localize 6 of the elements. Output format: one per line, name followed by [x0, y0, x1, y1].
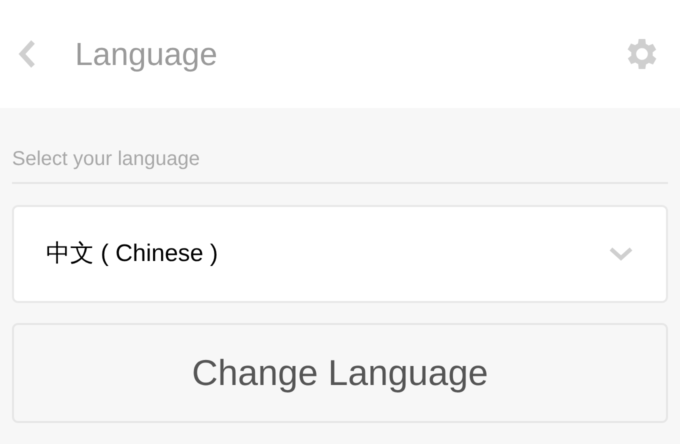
field-label: Select your language — [12, 148, 200, 170]
change-language-button[interactable]: Change Language — [12, 323, 668, 423]
language-select[interactable]: 中文 ( Chinese ) — [12, 205, 668, 303]
chevron-down-icon — [608, 246, 634, 262]
back-icon — [18, 39, 36, 69]
page-title: Language — [75, 35, 218, 74]
